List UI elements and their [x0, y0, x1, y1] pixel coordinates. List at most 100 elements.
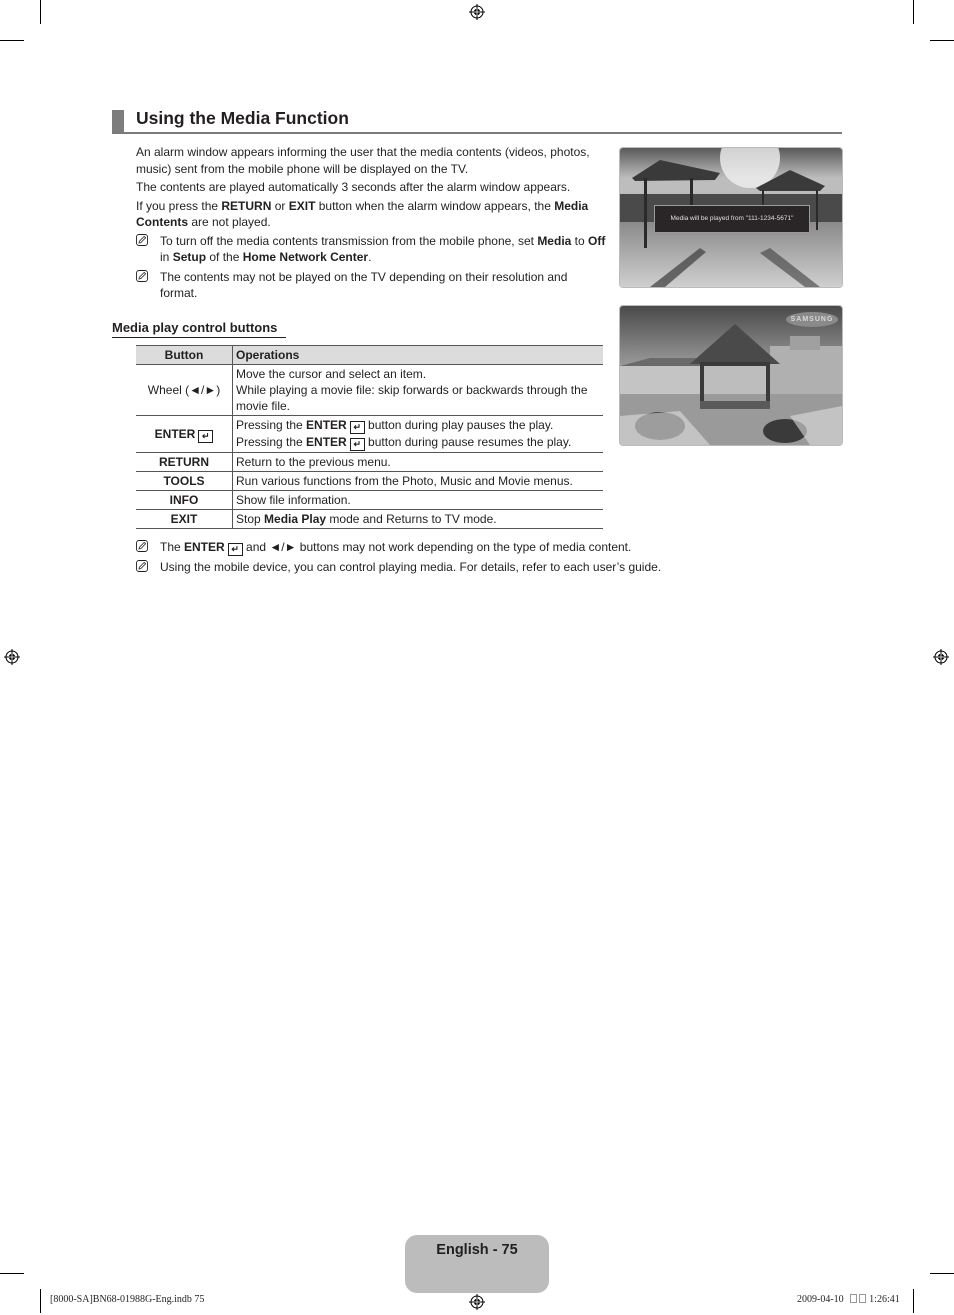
note: To turn off the media contents transmiss… — [136, 233, 606, 266]
return-term: RETURN — [221, 198, 272, 213]
button-cell: EXIT — [136, 509, 233, 529]
placeholder-glyph — [858, 1294, 866, 1303]
crop-mark — [40, 0, 41, 24]
table-row: ENTER ↵ Pressing the ENTER ↵ button during… — [136, 415, 603, 453]
note-pencil-icon — [136, 540, 148, 552]
note-pencil-icon — [136, 233, 148, 246]
note-pencil-icon — [136, 560, 148, 572]
text: and ◄/► buttons may not work depending o… — [242, 540, 632, 554]
enter-key-icon: ↵ — [198, 429, 214, 443]
crop-mark — [913, 1289, 914, 1313]
operation-cell: Move the cursor and select an item. Whil… — [232, 364, 603, 416]
table-row: TOOLS Run various functions from the Pho… — [136, 471, 603, 491]
exit-term: EXIT — [288, 198, 316, 213]
crop-mark — [40, 1289, 41, 1313]
button-label: ENTER — [154, 426, 196, 441]
table-row: INFO Show file information. — [136, 490, 603, 510]
text: are not played. — [188, 215, 271, 229]
operation-cell: Return to the previous menu. — [232, 452, 603, 472]
operation-line: While playing a movie file: skip forward… — [236, 383, 588, 413]
registration-mark-icon — [469, 4, 485, 20]
text: in — [160, 250, 173, 264]
operation-line: Pressing the ENTER ↵ button during play p… — [236, 417, 600, 434]
text: If you press the — [136, 198, 222, 213]
column-header: Button — [136, 345, 233, 365]
text: . — [368, 250, 372, 264]
footer-timestamp: 2009-04-10 1:26:41 — [797, 1294, 900, 1305]
bottom-notes: The ENTER ↵ and ◄/► buttons may not work … — [136, 539, 696, 578]
crop-mark — [930, 40, 954, 41]
note-text: The contents may not be played on the TV… — [160, 269, 568, 301]
control-buttons-table: Button Operations Wheel (◄/►) Move the c… — [136, 345, 603, 529]
note-pencil-icon — [136, 269, 148, 282]
term: Media — [537, 233, 572, 248]
text: button during pause resumes the play. — [364, 435, 572, 449]
operation-cell: Stop Media Play mode and Returns to TV m… — [232, 509, 603, 529]
table-row: RETURN Return to the previous menu. — [136, 452, 603, 472]
brand-logo: SAMSUNG — [786, 312, 838, 327]
text: To turn off the media contents transmiss… — [160, 233, 538, 248]
text: The — [160, 540, 185, 554]
text: or — [271, 198, 289, 213]
table-row: Wheel (◄/►) Move the cursor and select a… — [136, 364, 603, 416]
crop-mark — [930, 1273, 954, 1274]
footer-time: 1:26:41 — [869, 1294, 900, 1305]
crop-mark — [0, 1273, 24, 1274]
footer-date: 2009-04-10 — [797, 1294, 844, 1305]
enter-key-icon: ↵ — [349, 421, 365, 434]
placeholder-glyph — [849, 1294, 857, 1303]
text: mode and Returns to TV mode. — [326, 512, 497, 526]
page-number-badge: English - 75 — [405, 1235, 549, 1293]
term: Off — [588, 233, 606, 248]
term: Media Play — [264, 512, 327, 526]
term: Setup — [172, 250, 207, 264]
button-cell: TOOLS — [136, 471, 233, 491]
alarm-message: Media will be played from "111-1234-5671… — [654, 205, 810, 233]
note: Using the mobile device, you can control… — [136, 559, 696, 575]
subsection-title: Media play control buttons — [112, 320, 286, 338]
term: ENTER — [184, 540, 225, 554]
alarm-window-screenshot: Media will be played from "111-1234-5671… — [619, 147, 843, 288]
text: Pressing the — [236, 435, 307, 449]
media-play-screenshot: SAMSUNG — [619, 305, 843, 446]
term: Home Network Center — [242, 250, 369, 264]
intro-paragraph: The contents are played automatically 3 … — [136, 180, 571, 194]
text: Pressing the — [236, 418, 307, 432]
footer-filename: [8000-SA]BN68-01988G-Eng.indb 75 — [50, 1294, 205, 1305]
crop-mark — [913, 0, 914, 24]
operation-line: Move the cursor and select an item. — [236, 367, 427, 381]
heading-bar — [112, 110, 124, 132]
column-header: Operations — [232, 345, 603, 365]
registration-mark-icon — [933, 649, 949, 665]
intro-paragraph: An alarm window appears informing the us… — [136, 145, 590, 176]
registration-mark-icon — [469, 1294, 485, 1310]
term: ENTER — [306, 435, 347, 449]
note: The ENTER ↵ and ◄/► buttons may not work … — [136, 539, 696, 556]
table-header-row: Button Operations — [136, 345, 603, 365]
text: button during play pauses the play. — [364, 418, 554, 432]
note-text: Using the mobile device, you can control… — [160, 560, 662, 574]
operation-cell: Show file information. — [232, 490, 603, 510]
text: Stop — [236, 512, 265, 526]
button-cell: ENTER ↵ — [136, 415, 233, 453]
button-cell: Wheel (◄/►) — [136, 364, 233, 416]
text: button when the alarm window appears, th… — [315, 198, 555, 213]
page-label: English - 75 — [436, 1242, 518, 1258]
registration-mark-icon — [4, 649, 20, 665]
intro-text: An alarm window appears informing the us… — [136, 144, 606, 305]
section-heading: Using the Media Function — [112, 108, 842, 134]
button-cell: RETURN — [136, 452, 233, 472]
intro-paragraph: If you press the RETURN or EXIT button w… — [136, 198, 606, 231]
note: The contents may not be played on the TV… — [136, 269, 606, 302]
button-cell: INFO — [136, 490, 233, 510]
enter-key-icon: ↵ — [227, 543, 243, 556]
text: of the — [206, 250, 243, 264]
text: to — [571, 233, 589, 248]
operation-line: Pressing the ENTER ↵ button during pause … — [236, 434, 600, 451]
table-row: EXIT Stop Media Play mode and Returns to… — [136, 509, 603, 529]
operation-cell: Run various functions from the Photo, Mu… — [232, 471, 603, 491]
crop-mark — [0, 40, 24, 41]
term: ENTER — [306, 418, 347, 432]
enter-key-icon: ↵ — [349, 438, 365, 451]
operation-cell: Pressing the ENTER ↵ button during play p… — [232, 415, 603, 453]
